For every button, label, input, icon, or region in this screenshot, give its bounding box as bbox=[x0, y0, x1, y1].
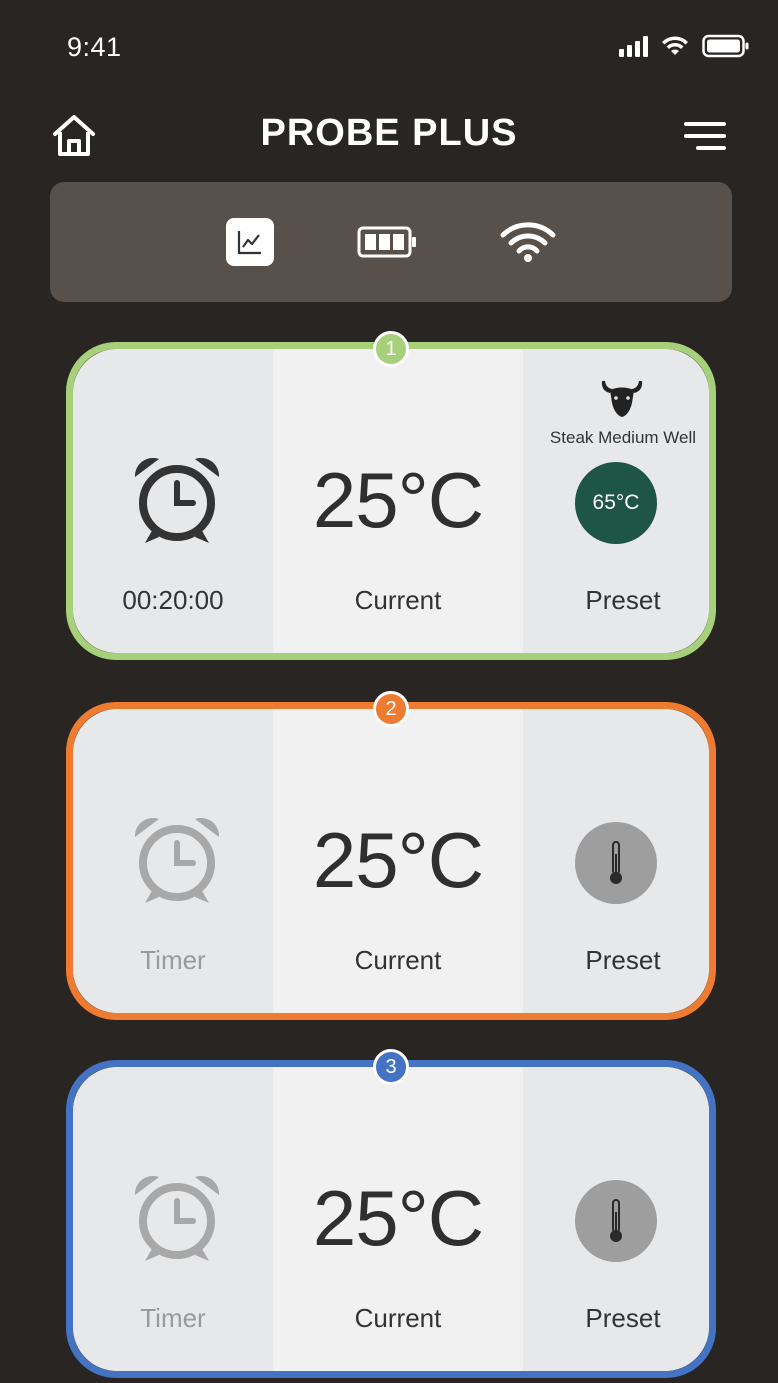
preset-button[interactable] bbox=[575, 1180, 657, 1262]
page-title: PROBE PLUS bbox=[260, 112, 518, 154]
status-time: 9:41 bbox=[67, 32, 122, 62]
thermometer-icon bbox=[610, 841, 622, 884]
alarm-clock-icon bbox=[134, 817, 220, 903]
probe-number-badge: 1 bbox=[373, 331, 409, 367]
preset-button[interactable] bbox=[575, 822, 657, 904]
alarm-clock-icon bbox=[134, 1175, 220, 1261]
current-temp-label: Current bbox=[354, 585, 442, 615]
status-icons bbox=[619, 34, 750, 58]
wifi-icon bbox=[500, 222, 556, 262]
preset-section[interactable]: Steak Medium Well 65°C Preset bbox=[523, 349, 709, 653]
current-temp-section: 25°C Current bbox=[273, 709, 523, 1013]
wifi-button[interactable] bbox=[497, 217, 559, 267]
battery-button[interactable] bbox=[357, 217, 417, 267]
toolbar bbox=[50, 182, 732, 302]
probe-card-2[interactable]: 2 Timer 25°C Current Preset bbox=[66, 691, 716, 1020]
timer-label: Timer bbox=[140, 945, 206, 975]
current-temp-value: 25°C bbox=[312, 456, 484, 544]
preset-section[interactable]: Preset bbox=[523, 709, 709, 1013]
status-bar: 9:41 bbox=[0, 0, 778, 100]
thermometer-icon bbox=[610, 1199, 622, 1242]
menu-button[interactable] bbox=[684, 122, 726, 152]
preset-temp-circle[interactable]: 65°C bbox=[575, 462, 657, 544]
preset-food-name: Steak Medium Well bbox=[549, 428, 697, 447]
battery-status-icon bbox=[702, 34, 749, 58]
timer-value: 00:20:00 bbox=[122, 585, 224, 615]
current-temp-value: 25°C bbox=[312, 1174, 484, 1262]
preset-label: Preset bbox=[585, 1303, 661, 1333]
preset-section[interactable]: Preset bbox=[523, 1067, 709, 1371]
battery-icon bbox=[357, 226, 416, 258]
chart-button[interactable] bbox=[226, 218, 274, 266]
current-temp-label: Current bbox=[354, 1303, 442, 1333]
current-temp-label: Current bbox=[354, 945, 442, 975]
preset-label: Preset bbox=[585, 945, 661, 975]
probe-number-badge: 3 bbox=[373, 1049, 409, 1085]
probe-card-3[interactable]: 3 Timer 25°C Current Preset bbox=[66, 1049, 716, 1378]
timer-section[interactable]: 00:20:00 bbox=[73, 349, 273, 653]
current-temp-section: 25°C Current bbox=[273, 349, 523, 653]
timer-section[interactable]: Timer bbox=[73, 709, 273, 1013]
alarm-clock-icon bbox=[134, 457, 220, 543]
menu-icon bbox=[684, 122, 726, 126]
wifi-status-icon bbox=[662, 36, 688, 55]
probe-card-1[interactable]: 1 00:20:00 25°C Current Steak Medium Wel… bbox=[66, 331, 716, 660]
preset-label: Preset bbox=[585, 585, 661, 615]
timer-label: Timer bbox=[140, 1303, 206, 1333]
timer-section[interactable]: Timer bbox=[73, 1067, 273, 1371]
signal-icon bbox=[619, 35, 648, 57]
current-temp-value: 25°C bbox=[312, 816, 484, 904]
probe-number-badge: 2 bbox=[373, 691, 409, 727]
chart-icon bbox=[237, 231, 261, 255]
header: PROBE PLUS bbox=[0, 100, 778, 172]
bull-icon bbox=[601, 381, 643, 417]
current-temp-section: 25°C Current bbox=[273, 1067, 523, 1371]
